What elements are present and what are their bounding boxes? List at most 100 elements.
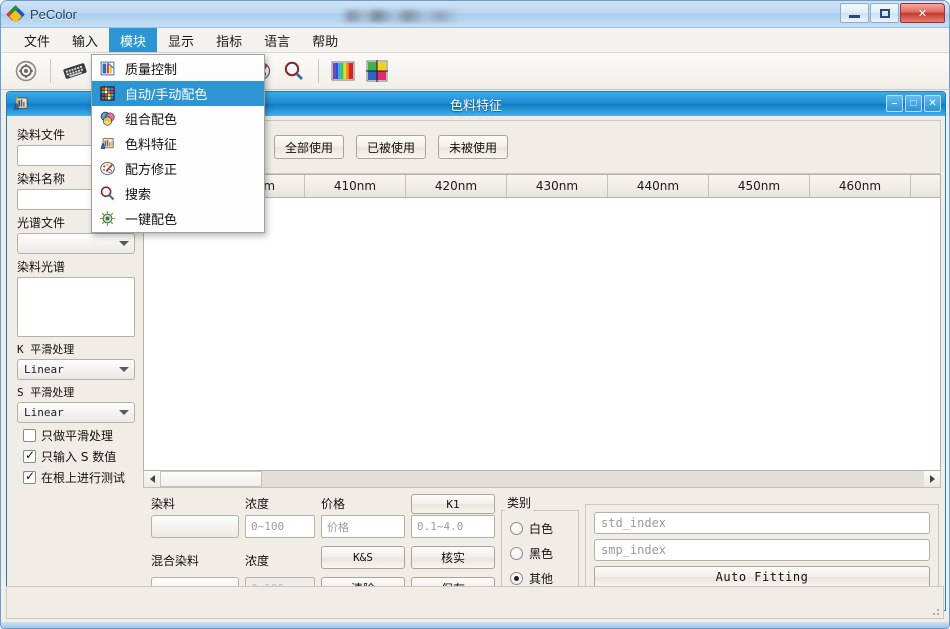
menu-item-file[interactable]: 文件 <box>13 28 61 52</box>
radio-white[interactable] <box>510 522 523 535</box>
menu-option-label: 自动/手动配色 <box>125 88 208 103</box>
checkbox-row-smooth-only[interactable]: 只做平滑处理 <box>23 427 135 444</box>
grid-horizontal-scrollbar[interactable] <box>143 471 941 488</box>
menu-item-help[interactable]: 帮助 <box>301 28 349 52</box>
spectrum-bars-icon[interactable] <box>328 56 358 86</box>
checkbox-row-s-value-only[interactable]: 只输入 S 数值 <box>23 448 135 465</box>
grid-column-header-450nm[interactable]: 450nm <box>709 175 810 197</box>
radio-other-label: 其他 <box>529 572 554 586</box>
menu-item-input[interactable]: 输入 <box>61 28 109 52</box>
filter-not-used-button[interactable]: 未被使用 <box>438 135 509 159</box>
window-title: PeColor <box>30 6 77 22</box>
window-maximize-button[interactable] <box>870 3 899 23</box>
settings-gear-icon[interactable] <box>11 56 41 86</box>
mdi-close-button[interactable]: ✕ <box>924 95 941 112</box>
std-index-input[interactable]: std_index <box>594 512 930 534</box>
k-smooth-label: K 平滑处理 <box>17 343 75 356</box>
menu-item-display[interactable]: 显示 <box>157 28 205 52</box>
grid-column-header-430nm[interactable]: 430nm <box>507 175 608 197</box>
filter-all-used-button[interactable]: 全部使用 <box>274 135 345 159</box>
checkbox-test-on-root[interactable] <box>23 469 36 484</box>
toolbar-separator-1 <box>50 59 51 83</box>
menu-option-auto-manual-color[interactable]: 自动/手动配色 <box>92 81 264 106</box>
window-titlebar: PeColor ✕ <box>1 1 949 28</box>
ks-button[interactable]: K&S <box>321 546 405 569</box>
one-click-color-icon <box>99 210 116 227</box>
menu-option-search[interactable]: 搜索 <box>92 181 264 206</box>
grid-column-header-410nm[interactable]: 410nm <box>305 175 406 197</box>
menu-option-label: 配方修正 <box>125 163 178 178</box>
verify-button[interactable]: 核实 <box>411 546 495 569</box>
grid-column-header-420nm[interactable]: 420nm <box>406 175 507 197</box>
window-minimize-button[interactable] <box>840 3 869 23</box>
grid-column-header-460nm[interactable]: 460nm <box>810 175 911 197</box>
checkbox-smooth-only[interactable] <box>23 429 36 442</box>
colorant-feature-icon <box>12 94 31 113</box>
keyboard-icon[interactable] <box>60 56 90 86</box>
radio-black-label: 黑色 <box>529 547 554 561</box>
k-smooth-select[interactable]: Linear <box>17 359 135 380</box>
menu-option-quality-control[interactable]: 质量控制 <box>92 56 264 81</box>
chevron-down-icon <box>119 367 129 372</box>
radio-row-white[interactable]: 白色 <box>510 520 578 537</box>
radio-other[interactable] <box>510 572 523 585</box>
resize-grip-icon[interactable] <box>930 606 940 616</box>
k1-range-input[interactable]: 0.1~4.0 <box>411 515 495 538</box>
menu-option-formula-correction[interactable]: 配方修正 <box>92 156 264 181</box>
menu-item-language[interactable]: 语言 <box>253 28 301 52</box>
radio-white-label: 白色 <box>529 522 554 536</box>
k-smooth-value: Linear <box>24 363 64 376</box>
dye-spectrum-label: 染料光谱 <box>17 260 66 274</box>
scrollbar-thumb[interactable] <box>160 471 262 487</box>
price-input[interactable]: 价格 <box>321 515 405 538</box>
radio-row-other[interactable]: 其他 <box>510 570 578 587</box>
grid-body[interactable] <box>144 198 940 470</box>
checkbox-s-value-only[interactable] <box>23 448 36 463</box>
chevron-down-icon <box>119 241 129 246</box>
window-close-button[interactable]: ✕ <box>900 3 945 23</box>
color-wheel-grid-icon[interactable] <box>362 56 392 86</box>
checkbox-smooth-only-label: 只做平滑处理 <box>41 429 114 443</box>
menu-option-label: 搜索 <box>125 188 152 203</box>
mdi-maximize-button[interactable]: □ <box>905 95 922 112</box>
checkbox-row-test-on-root[interactable]: 在根上进行测试 <box>23 469 135 486</box>
s-smooth-value: Linear <box>24 406 64 419</box>
scroll-left-arrow-icon[interactable] <box>144 471 160 487</box>
mdi-minimize-button[interactable]: – <box>886 95 903 112</box>
menu-option-label: 一键配色 <box>125 213 178 228</box>
checkbox-test-on-root-label: 在根上进行测试 <box>41 471 126 485</box>
pecolor-diamond-icon <box>6 5 25 23</box>
concentration-input[interactable]: 0~100 <box>245 515 315 538</box>
toolbar-separator-3 <box>318 59 319 83</box>
combination-color-icon <box>99 110 116 127</box>
menu-option-label: 组合配色 <box>125 113 178 128</box>
menu-option-label: 色料特征 <box>125 138 178 153</box>
menu-option-colorant-feature[interactable]: 色料特征 <box>92 131 264 156</box>
dye-spectrum-listbox[interactable] <box>17 277 135 337</box>
s-smooth-label: S 平滑处理 <box>17 386 75 399</box>
spectrum-file-select[interactable] <box>17 233 135 254</box>
filter-already-used-button[interactable]: 已被使用 <box>356 135 427 159</box>
module-dropdown-menu: 质量控制 自动/手动配色 组合配色 色料特征 配方修正 搜索 一键配色 <box>91 54 265 233</box>
concentration2-label: 浓度 <box>245 553 270 568</box>
grid-column-header-440nm[interactable]: 440nm <box>608 175 709 197</box>
menu-item-module[interactable]: 模块 <box>109 28 158 52</box>
radio-row-black[interactable]: 黑色 <box>510 545 578 562</box>
smp-index-input[interactable]: smp_index <box>594 539 930 561</box>
dye-select[interactable] <box>151 515 239 538</box>
search-icon[interactable] <box>279 56 309 86</box>
search-icon <box>99 185 116 202</box>
scroll-right-arrow-icon[interactable] <box>924 471 940 487</box>
chevron-down-icon <box>119 410 129 415</box>
scrollbar-track[interactable] <box>160 471 924 487</box>
menu-option-combination-color[interactable]: 组合配色 <box>92 106 264 131</box>
redacted-text-blur <box>341 10 461 22</box>
quality-control-icon <box>99 60 116 77</box>
window-controls: ✕ <box>840 3 945 23</box>
radio-black[interactable] <box>510 547 523 560</box>
menu-option-one-click-color[interactable]: 一键配色 <box>92 206 264 231</box>
k1-button[interactable]: K1 <box>411 494 495 514</box>
s-smooth-select[interactable]: Linear <box>17 402 135 423</box>
menu-item-index[interactable]: 指标 <box>205 28 253 52</box>
auto-fitting-button[interactable]: Auto Fitting <box>594 566 930 588</box>
